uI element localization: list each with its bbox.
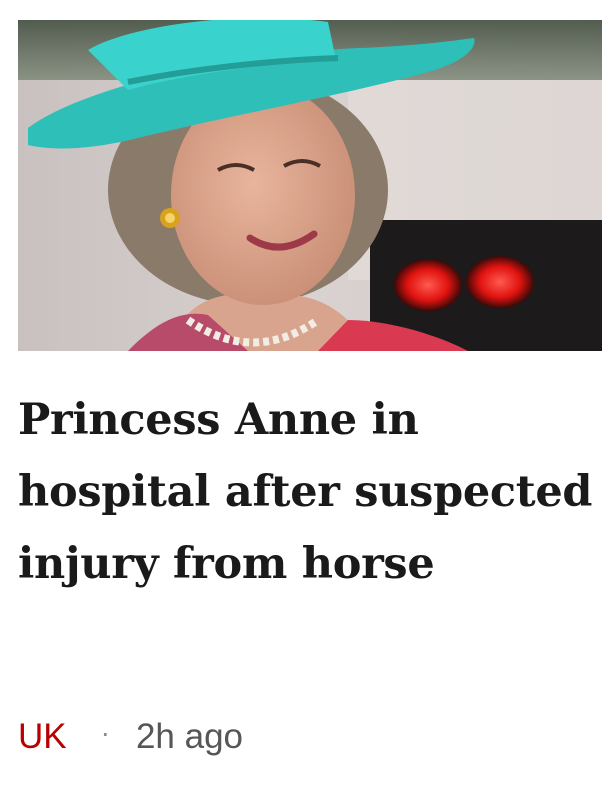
meta-separator: · [100,717,110,748]
article-headline[interactable]: Princess Anne in hospital after suspecte… [18,384,602,600]
article-meta: UK · 2h ago [18,712,243,762]
portrait-illustration [18,20,602,351]
section-link-uk[interactable]: UK [18,717,67,757]
article-timestamp: 2h ago [135,717,244,756]
news-card[interactable]: Princess Anne in hospital after suspecte… [0,0,615,803]
article-image[interactable] [18,20,602,351]
